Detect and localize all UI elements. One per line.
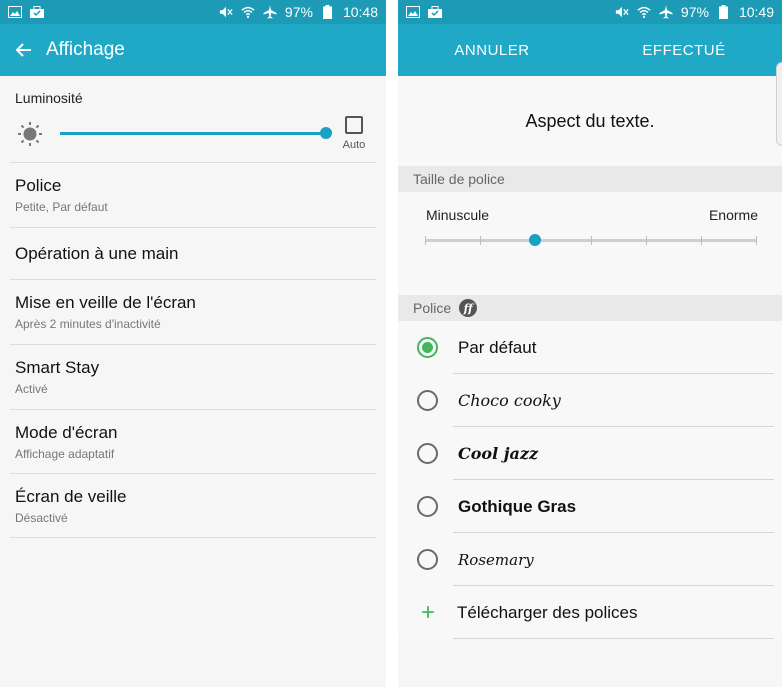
brightness-sun-icon (15, 119, 45, 149)
plus-icon: + (420, 598, 435, 626)
airplane-mode-icon (659, 5, 673, 19)
font-badge-icon: ff (459, 299, 478, 317)
setting-item-title: Mise en veille de l'écran (15, 293, 196, 312)
setting-item-one-hand[interactable]: Opération à une main (10, 227, 376, 279)
font-size-tick (480, 236, 482, 245)
setting-item-title: Opération à une main (15, 243, 179, 263)
font-section-label: Police (413, 300, 452, 316)
setting-item-subtitle: Affichage adaptatif (15, 446, 115, 461)
back-button[interactable] (0, 24, 46, 76)
airplane-mode-icon (263, 5, 277, 19)
setting-item-daydream[interactable]: Écran de veille Désactivé (10, 473, 376, 538)
auto-brightness-label: Auto (342, 139, 366, 151)
font-option-par-defaut[interactable]: Par défaut (398, 321, 782, 374)
setting-item-title: Mode d'écran (15, 422, 118, 442)
done-button[interactable]: EFFECTUÉ (622, 42, 745, 59)
gallery-notification-icon (8, 5, 22, 19)
briefcase-notification-icon (428, 5, 442, 19)
brightness-label: Luminosité (15, 90, 83, 106)
status-bar: 97% 10:49 (398, 0, 782, 24)
setting-item-subtitle: Après 2 minutes d'inactivité (15, 317, 161, 331)
mute-icon (615, 5, 629, 19)
font-radio-rosemary[interactable] (417, 549, 438, 570)
font-size-area: Minuscule Enorme (398, 192, 782, 295)
auto-brightness-toggle[interactable]: Auto (342, 116, 366, 151)
font-size-slider[interactable] (425, 234, 757, 246)
font-size-tick (700, 236, 702, 245)
font-size-tick (425, 236, 426, 245)
stage: 97% 10:48 Affichage Luminosité Auto Poli… (0, 0, 782, 687)
battery-percent: 97% (680, 4, 709, 20)
font-option-label: Cool jazz (458, 444, 539, 463)
app-bar: Affichage (0, 24, 386, 76)
font-radio-gothique-gras[interactable] (417, 496, 438, 517)
font-option-label: Choco cooky (458, 391, 561, 410)
action-bar: ANNULER EFFECTUÉ (398, 24, 782, 76)
brightness-slider-thumb[interactable] (320, 127, 332, 139)
download-fonts-label: Télécharger des polices (457, 602, 638, 622)
font-option-choco-cooky[interactable]: Choco cooky (398, 374, 782, 427)
font-option-rosemary[interactable]: Rosemary (398, 533, 782, 586)
setting-item-title: Écran de veille (15, 486, 127, 506)
back-arrow-icon (15, 43, 31, 57)
brightness-section: Luminosité Auto (0, 76, 386, 162)
setting-item-subtitle: Petite, Par défaut (15, 200, 108, 214)
text-preview: Aspect du texte. (398, 76, 782, 166)
brightness-slider[interactable] (60, 127, 332, 139)
setting-item-title: Police (15, 176, 62, 195)
setting-item-screen-mode[interactable]: Mode d'écran Affichage adaptatif (10, 409, 376, 473)
battery-icon (717, 5, 731, 19)
font-size-min-label: Minuscule (426, 207, 490, 223)
wifi-icon (241, 5, 255, 19)
cancel-button[interactable]: ANNULER (434, 42, 549, 59)
font-radio-par-defaut[interactable] (417, 337, 438, 358)
font-section-header: Police ff (398, 295, 782, 321)
font-settings-screen: 97% 10:49 ANNULER EFFECTUÉ Aspect du tex… (398, 0, 782, 687)
clock: 10:48 (342, 4, 378, 20)
font-radio-choco-cooky[interactable] (417, 390, 438, 411)
setting-item-screen-timeout[interactable]: Mise en veille de l'écran Après 2 minute… (10, 279, 376, 344)
font-size-section-label: Taille de police (413, 171, 505, 187)
setting-item-title: Smart Stay (15, 358, 100, 377)
briefcase-notification-icon (30, 5, 44, 19)
font-option-cool-jazz[interactable]: Cool jazz (398, 427, 782, 480)
download-fonts-button[interactable]: + Télécharger des polices (398, 586, 782, 639)
font-size-section-header: Taille de police (398, 166, 782, 192)
page-title: Affichage (46, 39, 125, 60)
settings-list: Police Petite, Par défaut Opération à un… (0, 162, 386, 538)
font-option-gothique-gras[interactable]: Gothique Gras (398, 480, 782, 533)
font-radio-cool-jazz[interactable] (417, 443, 438, 464)
mute-icon (219, 5, 233, 19)
font-option-label: Par défaut (458, 337, 537, 357)
auto-brightness-checkbox[interactable] (345, 116, 363, 134)
setting-item-police[interactable]: Police Petite, Par défaut (10, 162, 376, 227)
setting-item-subtitle: Activé (15, 382, 48, 396)
display-settings-screen: 97% 10:48 Affichage Luminosité Auto Poli… (0, 0, 386, 687)
battery-percent: 97% (284, 4, 313, 20)
font-size-tick (590, 236, 592, 245)
edge-panel-handle[interactable] (776, 62, 782, 146)
font-size-tick (756, 236, 757, 245)
font-option-label: Rosemary (458, 550, 534, 569)
gallery-notification-icon (406, 5, 420, 19)
wifi-icon (637, 5, 651, 19)
font-size-max-label: Enorme (708, 207, 758, 223)
clock: 10:49 (738, 4, 774, 20)
font-size-slider-thumb[interactable] (529, 234, 542, 246)
status-bar: 97% 10:48 (0, 0, 386, 24)
setting-item-smart-stay[interactable]: Smart Stay Activé (10, 344, 376, 409)
setting-item-subtitle: Désactivé (15, 510, 68, 525)
font-list: Par défaut Choco cooky Cool jazz Gothiqu… (398, 321, 782, 639)
font-option-label: Gothique Gras (458, 496, 577, 516)
font-size-tick (645, 236, 647, 245)
battery-icon (321, 5, 335, 19)
